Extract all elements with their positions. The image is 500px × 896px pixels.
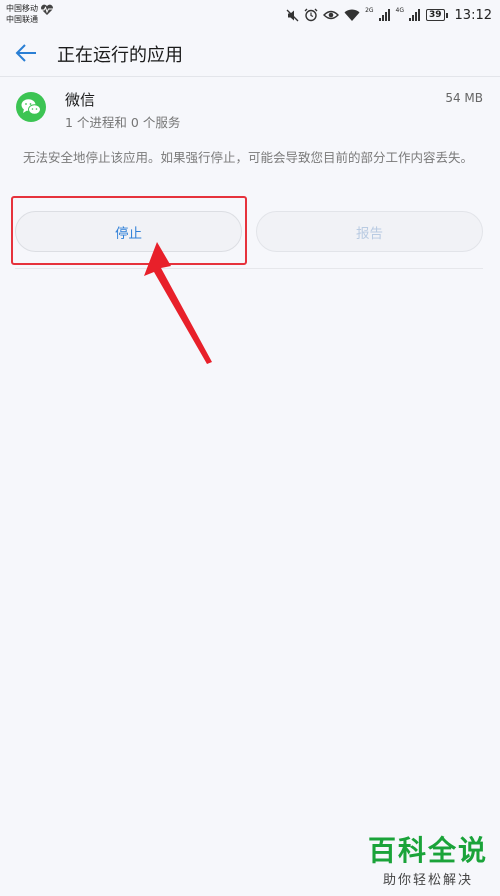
heart-rate-icon bbox=[41, 4, 53, 15]
status-icons: 2G 4G 39 13:12 bbox=[286, 7, 492, 23]
carrier-2: 中国联通 bbox=[6, 15, 38, 24]
battery-icon: 39 bbox=[426, 9, 448, 21]
divider bbox=[0, 76, 500, 77]
back-arrow-icon[interactable] bbox=[14, 41, 38, 65]
clock: 13:12 bbox=[454, 7, 492, 23]
watermark-subtitle: 助你轻松解决 bbox=[382, 873, 473, 888]
warning-text: 无法安全地停止该应用。如果强行停止，可能会导致您目前的部分工作内容丢失。 bbox=[23, 150, 474, 165]
annotation-arrow bbox=[144, 242, 212, 364]
app-name: 微信 bbox=[65, 91, 96, 109]
alarm-icon bbox=[304, 8, 318, 22]
process-count: 1 个进程和 0 个服务 bbox=[65, 115, 181, 130]
wechat-icon bbox=[16, 92, 46, 122]
watermark-title: 百科全说 bbox=[367, 834, 488, 867]
signal-icon bbox=[409, 9, 420, 21]
divider bbox=[15, 268, 483, 269]
signal-2g-label: 2G bbox=[365, 6, 374, 14]
mute-icon bbox=[286, 9, 299, 21]
carrier-info: 中国移动 中国联通 bbox=[6, 3, 38, 25]
signal-4g-label: 4G bbox=[395, 6, 404, 14]
app-size: 54 MB bbox=[445, 91, 483, 105]
battery-level: 39 bbox=[426, 9, 445, 21]
eye-comfort-icon bbox=[323, 10, 340, 20]
app-bar: 正在运行的应用 bbox=[0, 30, 500, 76]
report-button[interactable]: 报告 bbox=[256, 211, 483, 252]
watermark-logo: 百科全说 助你轻松解决 bbox=[367, 834, 488, 889]
signal-icon bbox=[378, 9, 390, 21]
wifi-icon bbox=[344, 9, 360, 21]
carrier-1: 中国移动 bbox=[6, 4, 38, 13]
page-title: 正在运行的应用 bbox=[57, 45, 183, 66]
status-bar: 中国移动 中国联通 2G 4G 39 13:12 bbox=[0, 0, 500, 30]
